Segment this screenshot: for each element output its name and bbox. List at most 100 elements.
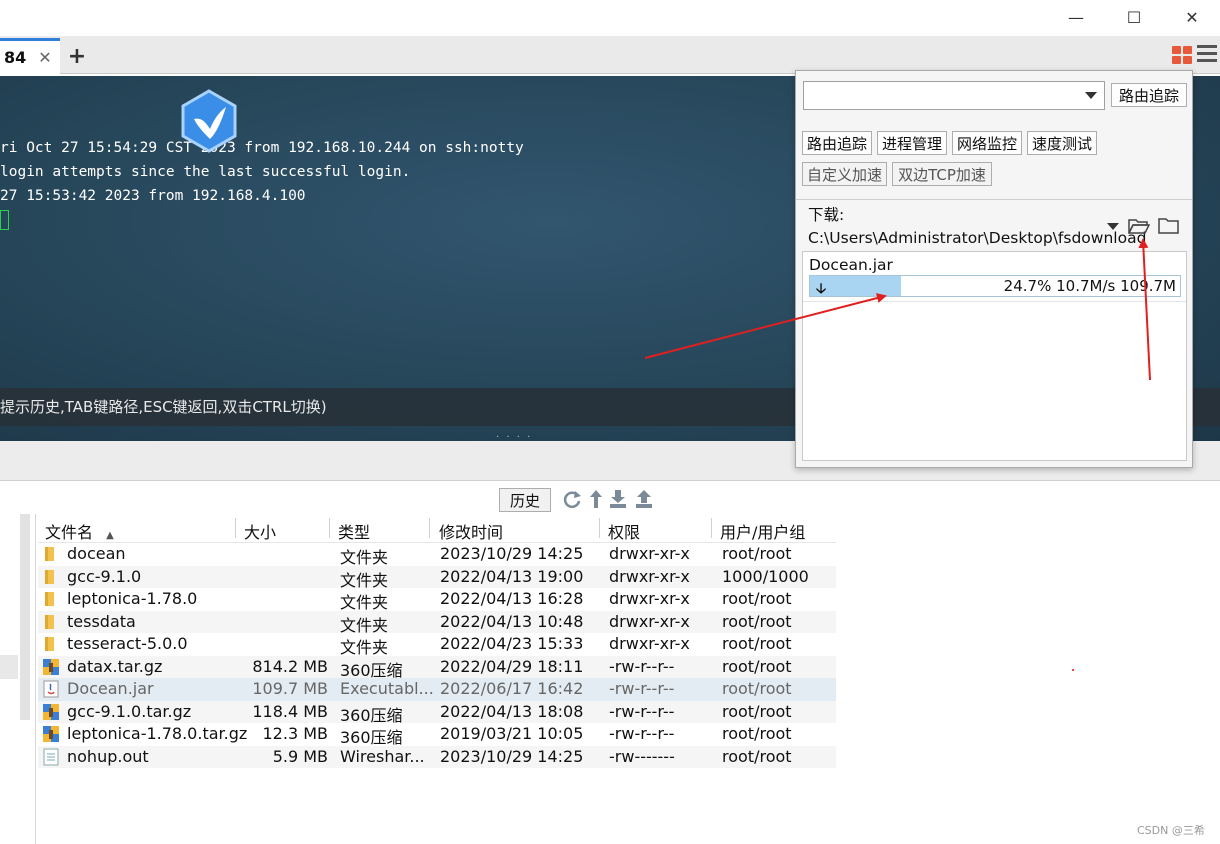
watermark: CSDN @三希 [1137,824,1205,837]
file-owner-cell: root/root [722,656,792,676]
table-row[interactable]: datax.tar.gz 814.2 MB 360压缩 2022/04/29 18:1… [38,655,836,680]
terminal-line: 27 15:53:42 2023 from 192.168.4.100 [0,188,306,204]
file-type-cell: 文件夹 [340,615,389,635]
layout-grid-icon[interactable] [1172,46,1192,64]
route-trace-button[interactable]: 路由追踪 [802,131,872,155]
download-row-divider [803,301,1186,302]
archive-icon [42,725,60,743]
column-header-size[interactable]: 大小 [244,519,276,543]
terminal-cursor [0,210,9,230]
download-list: Docean.jar 🡣 24.7% 10.7M/s 109.7M [802,251,1187,461]
file-name-cell: nohup.out [67,746,149,766]
file-type-cell: Wireshar... [340,746,425,766]
table-row[interactable]: nohup.out 5.9 MB Wireshar... 2023/10/29 14:… [38,745,836,768]
file-owner-cell: root/root [722,746,792,766]
archive-icon [42,658,60,676]
process-manager-button[interactable]: 进程管理 [877,131,947,155]
file-owner-cell: root/root [722,701,792,721]
table-row[interactable]: leptonica-1.78.0.tar.gz 12.3 MB 360压缩 2019/… [38,723,836,747]
file-modified-cell: 2022/04/13 16:28 [440,589,584,608]
column-header-permission[interactable]: 权限 [608,519,640,543]
dropdown-caret-icon[interactable] [1085,92,1097,99]
speed-test-button[interactable]: 速度测试 [1027,131,1097,155]
file-type-cell: 360压缩 [340,660,403,680]
file-modified-cell: 2022/04/23 15:33 [440,634,584,653]
route-target-combobox[interactable] [803,81,1105,110]
file-name-cell: Docean.jar [67,679,154,698]
file-table-header: 文件名 ▲ 大小 类型 修改时间 权限 用户/用户组 [38,516,836,543]
file-permission-cell: -rw-r--r-- [609,701,675,721]
file-owner-cell: 1000/1000 [722,566,809,586]
bilateral-tcp-acceleration-button[interactable]: 双边TCP加速 [892,162,992,186]
title-bar: — ☐ ✕ [0,0,1220,36]
file-modified-cell: 2023/10/29 14:25 [440,746,584,766]
close-window-button[interactable]: ✕ [1163,0,1220,34]
table-row[interactable]: tesseract-5.0.0 文件夹 2022/04/23 15:33 drwxr-… [38,633,836,657]
table-row[interactable]: gcc-9.1.0.tar.gz 118.4 MB 360压缩 2022/04/13 … [38,700,836,725]
table-row[interactable]: gcc-9.1.0 文件夹 2022/04/13 19:00 drwxr-xr-x 10… [38,565,836,590]
file-type-cell: Executabl... [340,679,434,698]
file-permission-cell: drwxr-xr-x [609,544,690,563]
download-icon[interactable] [608,488,628,510]
tab-session[interactable]: 84 ✕ [0,38,60,74]
parent-folder-icon[interactable] [586,488,606,510]
table-row[interactable]: Docean.jar 109.7 MB Executabl... 2022/06/17… [38,678,836,701]
folder-icon [42,613,60,631]
column-header-type[interactable]: 类型 [338,519,370,543]
terminal-line: ri Oct 27 15:54:29 CST 2023 from 192.168… [0,140,524,156]
route-target-input[interactable] [808,85,1078,106]
folder-icon [42,635,60,653]
file-toolbar: 历史 [0,482,1220,514]
file-name-cell: gcc-9.1.0.tar.gz [67,701,192,721]
folder-icon[interactable] [1158,217,1180,235]
column-header-owner[interactable]: 用户/用户组 [720,519,805,543]
java-file-icon [42,680,60,698]
file-permission-cell: drwxr-xr-x [609,634,690,653]
file-modified-cell: 2022/04/13 10:48 [440,611,584,631]
file-permission-cell: -rw-r--r-- [609,656,675,676]
file-type-cell: 360压缩 [340,705,403,725]
column-header-name[interactable]: 文件名 ▲ [45,519,114,543]
table-row[interactable]: tessdata 文件夹 2022/04/13 10:48 drwxr-xr-x roo… [38,610,836,635]
file-name-cell: leptonica-1.78.0 [67,589,198,608]
tree-scrollbar[interactable] [20,514,30,720]
tree-selected-row[interactable] [0,655,18,679]
file-owner-cell: root/root [722,679,792,698]
download-progress-bar: 🡣 24.7% 10.7M/s 109.7M [809,275,1181,297]
file-type-cell: 360压缩 [340,728,403,747]
hamburger-menu-icon[interactable] [1197,45,1217,65]
sort-ascending-icon: ▲ [106,530,114,541]
file-rows: docean 文件夹 2023/10/29 14:25 drwxr-xr-x root/… [38,543,836,768]
app-window: — ☐ ✕ 84 ✕ + ri Oct 27 15:54:29 CST 2023… [0,0,1220,844]
minimize-button[interactable]: — [1047,0,1105,34]
file-modified-cell: 2022/04/29 18:11 [440,656,584,676]
open-folder-icon[interactable] [1128,217,1150,235]
column-header-time[interactable]: 修改时间 [439,519,503,543]
maximize-button[interactable]: ☐ [1105,0,1163,34]
file-permission-cell: -rw-r--r-- [609,724,675,743]
file-size-cell: 118.4 MB [252,701,328,721]
file-permission-cell: drwxr-xr-x [609,611,690,631]
route-trace-go-button[interactable]: 路由追踪 [1111,83,1187,107]
text-file-icon [42,748,60,766]
tab-bar: 84 ✕ + [0,36,1220,74]
refresh-icon[interactable] [562,488,582,510]
history-button[interactable]: 历史 [499,488,551,512]
file-modified-cell: 2022/04/13 19:00 [440,566,584,586]
directory-tree-pane[interactable] [0,514,36,844]
file-modified-cell: 2023/10/29 14:25 [440,544,584,563]
new-tab-button[interactable]: + [64,42,90,70]
archive-icon [42,703,60,721]
download-path-dropdown-icon[interactable] [1107,223,1119,230]
file-permission-cell: -rw-r--r-- [609,679,675,698]
network-monitor-button[interactable]: 网络监控 [952,131,1022,155]
file-type-cell: 文件夹 [340,593,389,612]
custom-acceleration-button[interactable]: 自定义加速 [802,162,887,186]
download-file-name: Docean.jar [809,256,893,274]
table-row[interactable]: docean 文件夹 2023/10/29 14:25 drwxr-xr-x root/… [38,543,836,567]
file-name-cell: datax.tar.gz [67,656,163,676]
file-name-cell: tesseract-5.0.0 [67,634,188,653]
table-row[interactable]: leptonica-1.78.0 文件夹 2022/04/13 16:28 drwxr… [38,588,836,612]
upload-icon[interactable] [634,488,654,510]
tab-close-icon[interactable]: ✕ [38,48,51,67]
